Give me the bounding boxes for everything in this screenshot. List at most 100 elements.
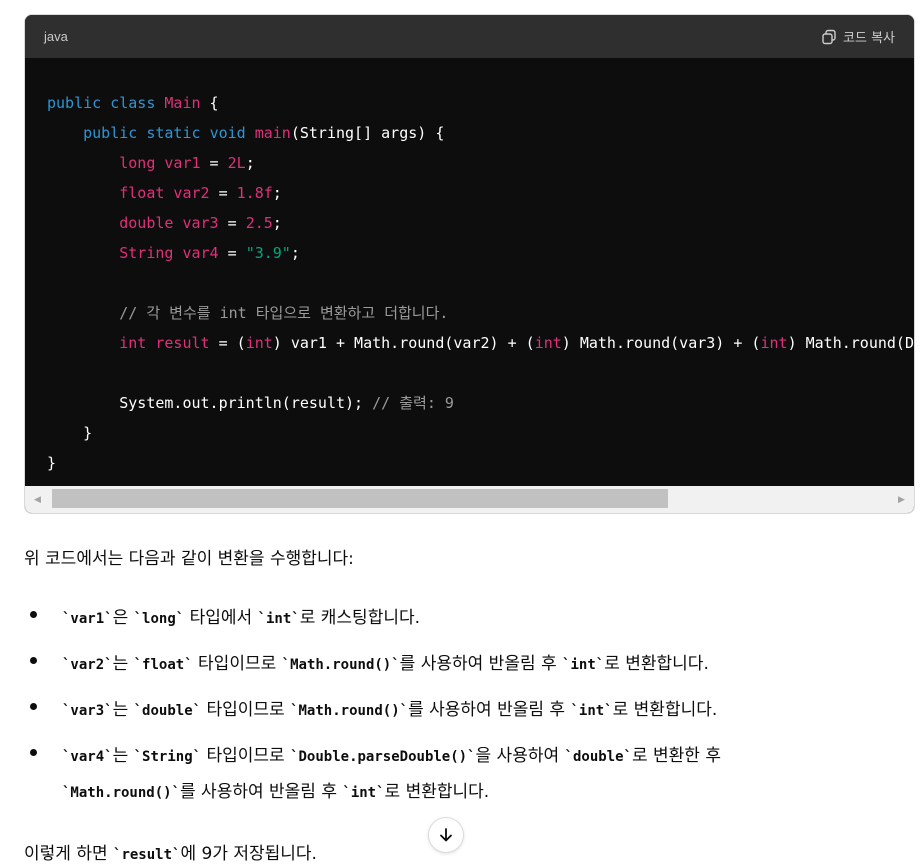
scroll-right-icon[interactable]: ▶: [893, 486, 910, 513]
code-text: ) Math.round(var3) + (: [561, 334, 761, 352]
horizontal-scrollbar[interactable]: ◀ ▶: [25, 486, 914, 513]
text: 를 사용하여 반올림 후: [180, 782, 343, 802]
text: 로 변환합니다.: [604, 654, 709, 674]
text: 이렇게 하면: [24, 844, 114, 864]
scrollbar-thumb[interactable]: [52, 489, 668, 508]
code-line-4: float var2 = 1.8f;: [47, 183, 282, 203]
code-line-9: System.out.println(result); // 출력: 9: [47, 393, 454, 413]
code-text: ;: [245, 154, 255, 172]
code-line-5: double var3 = 2.5;: [47, 213, 282, 233]
list-item-text: `var2`는 `float` 타입이므로 `Math.round()`를 사용…: [62, 649, 709, 674]
text: 을 사용하여: [475, 746, 565, 766]
copy-code-button[interactable]: 코드 복사: [821, 27, 895, 46]
text: 로 변환합니다.: [612, 700, 718, 720]
code-line-1: public class Main {: [47, 93, 219, 113]
text: 은: [112, 608, 134, 628]
outro-paragraph: 이렇게 하면 `result`에 9가 저장됩니다.: [24, 839, 317, 864]
bullet-marker: [30, 611, 37, 618]
bullet-marker: [30, 703, 37, 710]
keyword: static: [146, 124, 201, 142]
code-line-6: String var4 = "3.9";: [47, 243, 300, 263]
code-block: java 코드 복사 public class Main { public st…: [24, 14, 915, 514]
literal: 1.8f: [236, 184, 273, 202]
text: 타입이므로: [192, 654, 282, 674]
literal: 2.5: [245, 214, 273, 232]
list-item-text: `var4`는 `String` 타입이므로 `Double.parseDoub…: [62, 741, 721, 766]
copy-icon: [822, 29, 836, 44]
text: 는: [112, 654, 134, 674]
keyword: public: [47, 94, 102, 112]
inline-code: `Math.round()`: [290, 703, 409, 719]
inline-code: `float`: [133, 657, 193, 673]
code-text: =: [209, 184, 237, 202]
code-text: }: [83, 424, 93, 442]
inline-code: `Math.round()`: [281, 657, 400, 673]
code-text: =: [200, 154, 228, 172]
type: float: [119, 184, 165, 202]
type: String: [119, 244, 174, 262]
code-language: java: [44, 29, 68, 44]
inline-code: `long`: [133, 611, 185, 627]
code-text: =: [218, 214, 246, 232]
list-item-text: `var3`는 `double` 타입이므로 `Math.round()`를 사…: [62, 695, 717, 720]
code-comment: // 출력: 9: [372, 394, 454, 412]
literal: 2L: [227, 154, 246, 172]
text: 를 사용하여 반올림 후: [408, 700, 571, 720]
variable: var2: [164, 184, 210, 202]
text: 타입이므로: [201, 700, 291, 720]
text: 는: [112, 746, 134, 766]
text: 에 9가 저장됩니다.: [180, 844, 317, 864]
type: long: [119, 154, 156, 172]
copy-code-label: 코드 복사: [843, 31, 895, 46]
inline-code: `double`: [133, 703, 202, 719]
list-item-text-continued: `Math.round()`를 사용하여 반올림 후 `int`로 변환합니다.: [62, 777, 489, 802]
inline-code: `Math.round()`: [62, 785, 181, 801]
inline-code: `var4`: [62, 749, 113, 765]
inline-code: `int`: [342, 785, 385, 801]
inline-code: `int`: [562, 657, 605, 673]
type: int: [534, 334, 562, 352]
code-comment: // 각 변수를 int 타입으로 변환하고 더합니다.: [119, 304, 449, 322]
code-header: java 코드 복사: [25, 15, 914, 58]
bullet-marker: [30, 749, 37, 756]
variable: var3: [173, 214, 219, 232]
type: int: [119, 334, 147, 352]
text: 타입이므로: [201, 746, 291, 766]
code-line-3: long var1 = 2L;: [47, 153, 255, 173]
type: double: [119, 214, 174, 232]
scroll-down-button[interactable]: [428, 817, 464, 853]
text: 로 캐스팅합니다.: [299, 608, 421, 628]
class-name: Main: [164, 94, 201, 112]
keyword: public: [83, 124, 138, 142]
inline-code: `int`: [570, 703, 613, 719]
code-text: ;: [290, 244, 300, 262]
inline-code: `var1`: [62, 611, 113, 627]
inline-code: `result`: [113, 847, 181, 863]
intro-paragraph: 위 코드에서는 다음과 같이 변환을 수행합니다:: [24, 549, 354, 569]
code-text: ) Math.round(Double.parseDouble(var4));: [787, 334, 914, 352]
variable: var4: [173, 244, 219, 262]
text: 를 사용하여 반올림 후: [399, 654, 563, 674]
keyword: class: [110, 94, 156, 112]
bullet-marker: [30, 657, 37, 664]
arrow-down-icon: [440, 828, 452, 842]
keyword: void: [209, 124, 246, 142]
code-body: public class Main { public static void m…: [25, 58, 914, 486]
code-text: {: [200, 94, 219, 112]
code-text: System.out.println(result);: [119, 394, 373, 412]
inline-code: `var2`: [62, 657, 113, 673]
string-literal: "3.9": [245, 244, 291, 262]
code-line-11: }: [47, 453, 56, 473]
text: 로 변환합니다.: [384, 782, 490, 802]
type: int: [760, 334, 788, 352]
code-text: =: [218, 244, 246, 262]
variable: var1: [155, 154, 201, 172]
list-item-text: `var1`은 `long` 타입에서 `int`로 캐스팅합니다.: [62, 603, 420, 628]
method-name: main: [254, 124, 291, 142]
code-line-2: public static void main(String[] args) {: [47, 123, 444, 143]
code-line-7: // 각 변수를 int 타입으로 변환하고 더합니다.: [47, 303, 448, 323]
text: 로 변환한 후: [631, 746, 721, 766]
scroll-left-icon[interactable]: ◀: [29, 486, 46, 513]
variable: result: [146, 334, 210, 352]
code-text: }: [47, 454, 57, 472]
